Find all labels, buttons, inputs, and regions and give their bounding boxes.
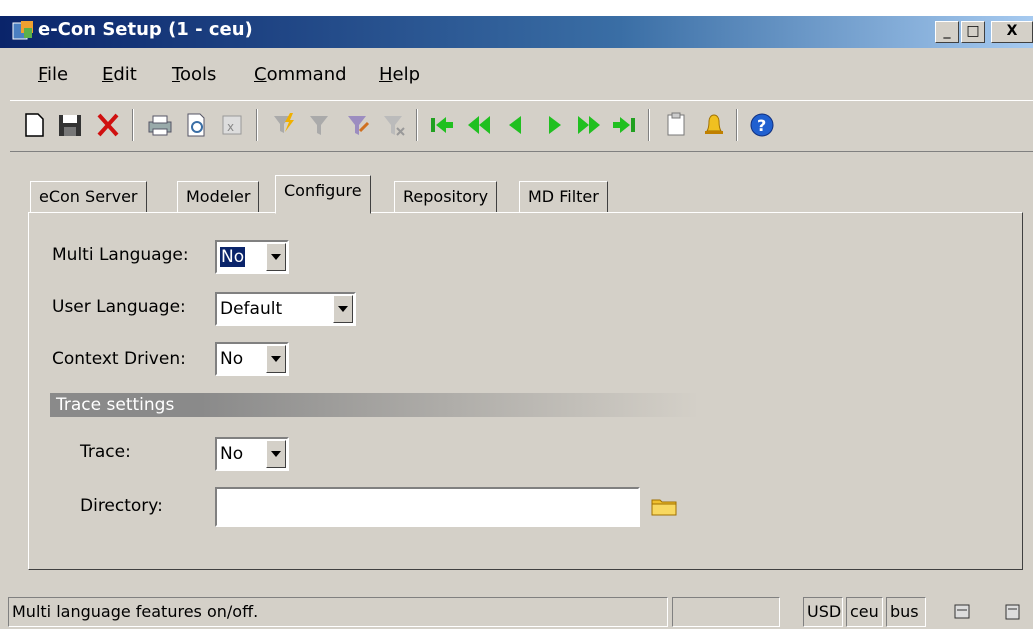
- rewind-icon[interactable]: [464, 109, 496, 141]
- toolbar-separator: [648, 109, 650, 141]
- directory-label: Directory:: [80, 496, 163, 516]
- database-icon: [1005, 604, 1020, 620]
- user-language-label: User Language:: [52, 297, 186, 317]
- chevron-down-icon[interactable]: [266, 440, 286, 468]
- context-driven-label: Context Driven:: [52, 349, 186, 369]
- print-icon[interactable]: [144, 109, 176, 141]
- delete-icon[interactable]: [92, 109, 124, 141]
- menu-bar: File Edit Tools Command Help: [0, 58, 1033, 94]
- filter-icon[interactable]: [304, 109, 336, 141]
- help-icon[interactable]: ?: [746, 109, 778, 141]
- menu-tools[interactable]: Tools: [172, 64, 216, 85]
- window-title: e-Con Setup (1 - ceu): [38, 19, 253, 40]
- multi-language-select[interactable]: No: [215, 240, 289, 274]
- alert-bell-icon[interactable]: [698, 109, 730, 141]
- toolbar-separator: [132, 109, 134, 141]
- top-strip: [0, 0, 1033, 16]
- export-icon[interactable]: x: [216, 109, 248, 141]
- multi-language-value: No: [220, 247, 246, 267]
- minimize-icon: _: [943, 23, 951, 39]
- chevron-down-icon[interactable]: [266, 243, 286, 271]
- status-empty-pane: [672, 597, 780, 627]
- svg-text:?: ?: [757, 116, 766, 135]
- multi-language-label: Multi Language:: [52, 245, 189, 265]
- toolbar-separator: [736, 109, 738, 141]
- trace-settings-title: Trace settings: [56, 395, 175, 415]
- menu-edit[interactable]: Edit: [102, 64, 137, 85]
- minimize-button[interactable]: _: [935, 21, 959, 43]
- status-segment: bus: [886, 597, 926, 627]
- menu-help[interactable]: Help: [379, 64, 420, 85]
- context-driven-value: No: [220, 349, 244, 369]
- folder-icon[interactable]: [651, 496, 677, 516]
- maximize-button[interactable]: □: [961, 21, 985, 43]
- status-message: Multi language features on/off.: [8, 597, 668, 627]
- toolbar-separator: [256, 109, 258, 141]
- server-icon: [954, 604, 970, 619]
- fast-forward-icon[interactable]: [572, 109, 604, 141]
- trace-select[interactable]: No: [215, 437, 289, 471]
- next-icon[interactable]: [538, 109, 570, 141]
- new-icon[interactable]: [18, 109, 50, 141]
- filter-clear-icon[interactable]: [378, 109, 410, 141]
- first-icon[interactable]: [426, 109, 458, 141]
- app-window: e-Con Setup (1 - ceu) _ □ X File Edit To…: [0, 0, 1033, 629]
- menu-file[interactable]: File: [38, 64, 68, 85]
- menu-command[interactable]: Command: [254, 64, 347, 85]
- previous-icon[interactable]: [500, 109, 532, 141]
- status-currency: USD: [803, 597, 843, 627]
- status-company: ceu: [846, 597, 883, 627]
- user-language-value: Default: [220, 299, 283, 319]
- chevron-down-icon[interactable]: [333, 295, 353, 323]
- svg-text:x: x: [227, 120, 234, 134]
- print-preview-icon[interactable]: [180, 109, 212, 141]
- tab-repository[interactable]: Repository: [394, 181, 498, 213]
- tab-md-filter[interactable]: MD Filter: [519, 181, 608, 213]
- status-bar: Multi language features on/off. USD ceu …: [0, 595, 1033, 629]
- tab-modeler[interactable]: Modeler: [177, 181, 260, 213]
- toolbar-separator: [416, 109, 418, 141]
- tab-configure[interactable]: Configure: [275, 175, 371, 214]
- close-button[interactable]: X: [991, 21, 1033, 43]
- filter-lightning-icon[interactable]: [268, 109, 300, 141]
- trace-label: Trace:: [80, 442, 131, 462]
- directory-input[interactable]: [215, 487, 640, 527]
- toolbar: x ?: [10, 100, 1033, 152]
- context-driven-select[interactable]: No: [215, 342, 289, 376]
- chevron-down-icon[interactable]: [266, 345, 286, 373]
- paste-icon[interactable]: [660, 109, 692, 141]
- user-language-select[interactable]: Default: [215, 292, 356, 326]
- last-icon[interactable]: [608, 109, 640, 141]
- save-icon[interactable]: [54, 109, 86, 141]
- trace-value: No: [220, 444, 244, 464]
- app-icon: [12, 21, 33, 40]
- filter-edit-icon[interactable]: [342, 109, 374, 141]
- maximize-icon: □: [966, 23, 980, 39]
- tab-econ-server[interactable]: eCon Server: [30, 181, 147, 213]
- close-icon: X: [1006, 23, 1018, 39]
